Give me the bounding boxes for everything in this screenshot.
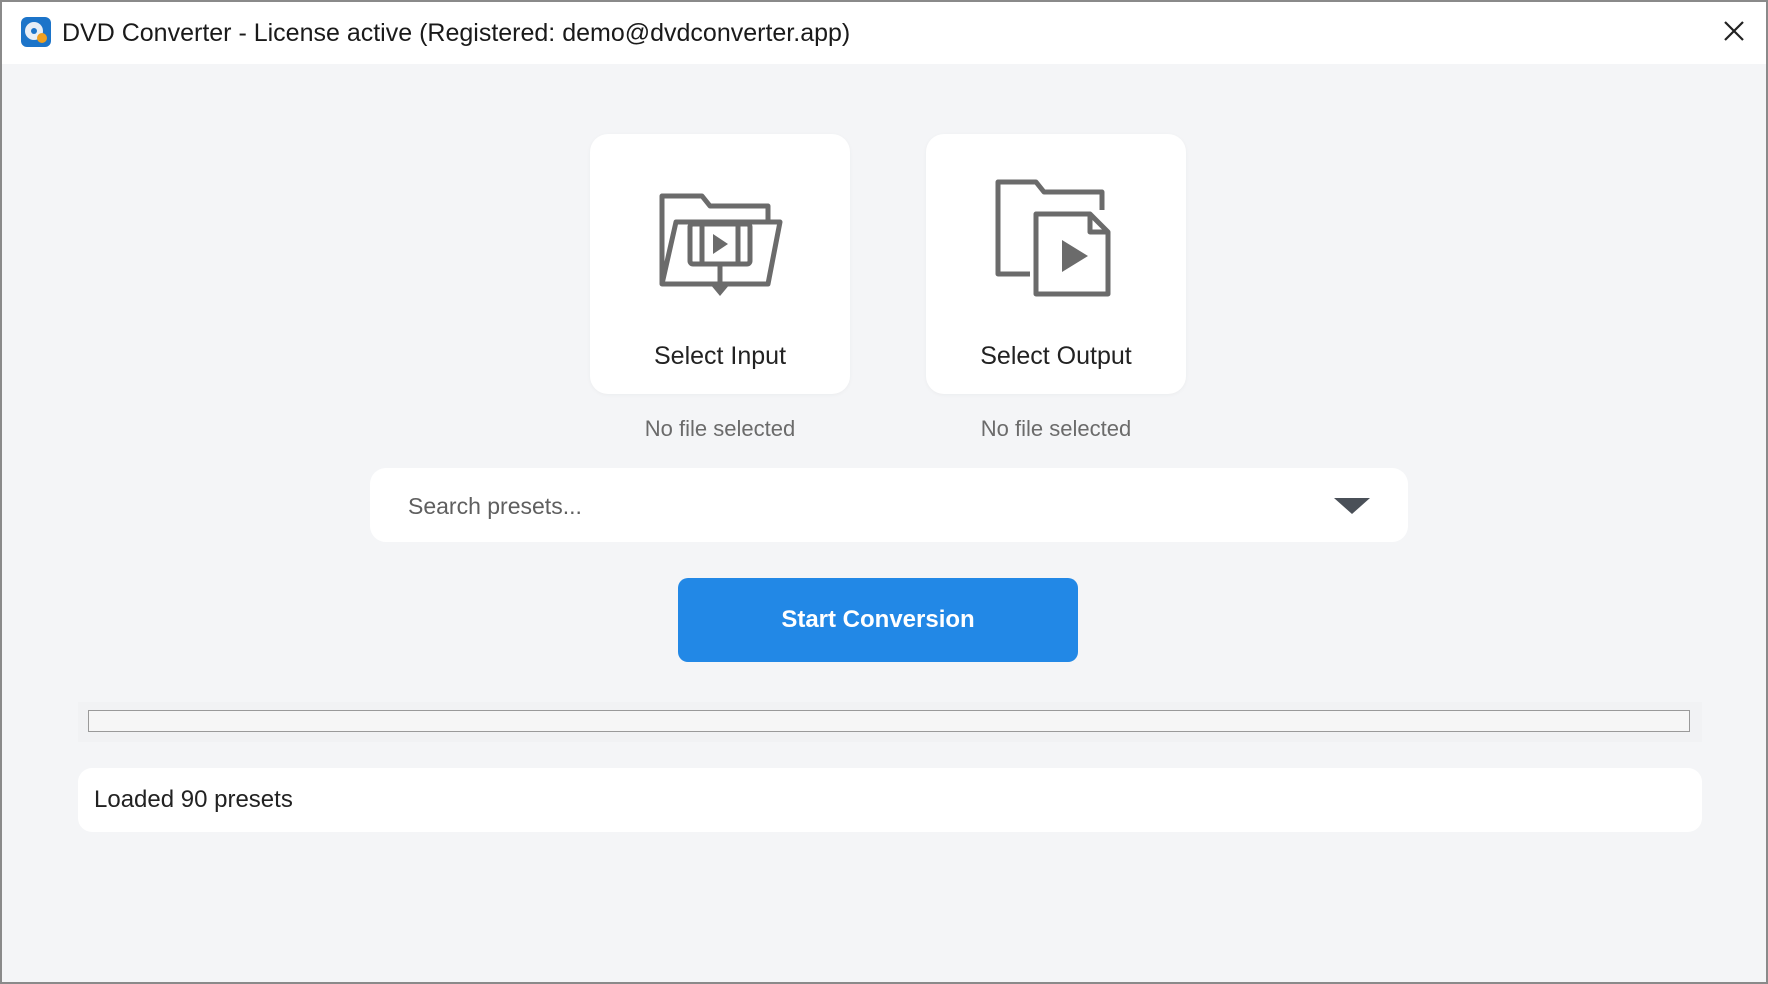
output-file-status: No file selected bbox=[980, 416, 1132, 441]
select-output-button[interactable]: Select Output bbox=[926, 134, 1186, 394]
select-output-label: Select Output bbox=[980, 342, 1132, 370]
preset-search-input[interactable] bbox=[406, 468, 1310, 544]
folder-video-import-icon bbox=[659, 193, 783, 296]
window-title: DVD Converter - License active (Register… bbox=[62, 19, 851, 47]
folder-video-export-icon bbox=[995, 179, 1111, 297]
select-input-label: Select Input bbox=[653, 342, 787, 370]
progress-bar bbox=[88, 710, 1690, 732]
preset-combobox[interactable] bbox=[370, 468, 1408, 544]
app-window: DVD Converter - License active (Register… bbox=[0, 0, 1768, 984]
input-file-status: No file selected bbox=[644, 416, 796, 441]
status-panel: Loaded 90 presets bbox=[78, 768, 1702, 832]
start-conversion-button[interactable]: Start Conversion bbox=[678, 578, 1078, 662]
select-input-button[interactable]: Select Input bbox=[590, 134, 850, 394]
status-text: Loaded 90 presets bbox=[94, 786, 293, 813]
progress-container bbox=[78, 702, 1702, 742]
dvd-disc-icon bbox=[21, 17, 51, 47]
close-icon[interactable] bbox=[1714, 14, 1754, 50]
title-bar: DVD Converter - License active (Register… bbox=[2, 2, 1766, 64]
chevron-down-icon[interactable] bbox=[1334, 496, 1370, 516]
